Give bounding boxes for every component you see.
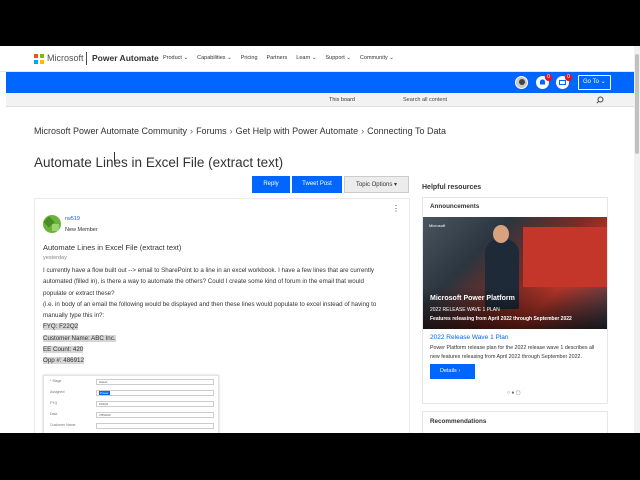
- search-icon[interactable]: [596, 96, 604, 104]
- recommendations-card: Recommendations: [422, 411, 608, 433]
- highlighted-line: FYQ: F22Q2: [43, 323, 79, 331]
- screenshot-field: Power: [96, 390, 214, 396]
- announcements-heading: Announcements: [430, 203, 480, 210]
- screenshot-field: F22Q2: [96, 401, 214, 407]
- author-avatar[interactable]: [43, 215, 61, 233]
- user-avatar[interactable]: [515, 76, 528, 89]
- search-input[interactable]: Search all content: [403, 97, 447, 103]
- top-navigation: Product ⌄ Capabilities ⌄ Pricing Partner…: [163, 55, 394, 61]
- mail-icon[interactable]: 0: [556, 74, 572, 89]
- attached-screenshot[interactable]: * Stage Select Assigned Power FYQ F22Q2 …: [43, 375, 219, 433]
- nav-product[interactable]: Product ⌄: [163, 55, 188, 61]
- image-microsoft-tag: Microsoft: [429, 223, 446, 228]
- nav-community[interactable]: Community ⌄: [360, 55, 394, 61]
- notification-badge: 0: [545, 74, 552, 81]
- screenshot-label: Date: [50, 412, 58, 416]
- screenshot-label: Customer Name: [50, 423, 76, 427]
- kebab-icon[interactable]: ⋮: [392, 204, 400, 213]
- screenshot-label: * Stage: [50, 379, 62, 383]
- screenshot-label: FYQ: [50, 401, 58, 405]
- text-cursor: [114, 152, 115, 162]
- brand-microsoft[interactable]: Microsoft: [47, 53, 84, 63]
- nav-learn[interactable]: Learn ⌄: [296, 55, 316, 61]
- breadcrumb-forums[interactable]: Forums: [196, 126, 227, 136]
- post-body-line: manually type this in?:: [43, 312, 105, 320]
- brand-power-automate[interactable]: Power Automate: [92, 53, 159, 63]
- tweet-post-button[interactable]: Tweet Post: [292, 176, 342, 193]
- helpful-resources-heading: Helpful resources: [422, 184, 482, 191]
- topic-options-button[interactable]: Topic Options ▾: [344, 176, 409, 193]
- message-badge: 0: [565, 74, 572, 81]
- screenshot-field: [96, 423, 214, 429]
- page-scrollbar[interactable]: [634, 46, 640, 433]
- breadcrumb-get-help[interactable]: Get Help with Power Automate: [236, 126, 359, 136]
- screenshot-field: 7/8/2022: [96, 412, 214, 418]
- announcement-link[interactable]: 2022 Release Wave 1 Plan: [430, 334, 509, 341]
- breadcrumb-community[interactable]: Microsoft Power Automate Community: [34, 126, 187, 136]
- announcements-card: Announcements Microsoft Microsoft Power …: [422, 197, 608, 404]
- forum-post: rw519 New Member ⋮ Automate Lines in Exc…: [34, 198, 410, 433]
- post-body: I currently have a flow built out --> em…: [43, 265, 405, 367]
- post-body-line: I currently have a flow built out --> em…: [43, 267, 375, 274]
- post-title: Automate Lines in Excel File (extract te…: [43, 243, 182, 252]
- post-date: yesterday: [43, 255, 67, 261]
- details-button[interactable]: Details ›: [430, 364, 475, 379]
- image-title: Microsoft Power Platform: [430, 295, 515, 302]
- image-subtitle: 2022 RELEASE WAVE 1 PLAN: [430, 307, 500, 313]
- post-body-line: (i.e. in body of an email the following …: [43, 300, 377, 308]
- browser-viewport: Microsoft Power Automate Product ⌄ Capab…: [0, 46, 640, 433]
- announcement-image[interactable]: Microsoft Microsoft Power Platform 2022 …: [423, 217, 607, 329]
- scrollbar-thumb[interactable]: [635, 54, 639, 154]
- nav-capabilities[interactable]: Capabilities ⌄: [197, 55, 232, 61]
- highlighted-line: EE Count: 420: [43, 346, 84, 354]
- chevron-right-icon: ›: [229, 126, 233, 136]
- screenshot-label: Assigned: [50, 390, 65, 394]
- nav-support[interactable]: Support ⌄: [326, 55, 351, 61]
- community-bar: 0 0 Go To ⌄: [6, 72, 634, 93]
- screenshot-field: Select: [96, 379, 214, 385]
- announcement-description: Power Platform release plan for the 2022…: [430, 345, 595, 360]
- highlighted-line: Customer Name: ABC Inc.: [43, 334, 116, 342]
- search-bar: This board Search all content: [6, 93, 634, 107]
- breadcrumb-connecting-to-data[interactable]: Connecting To Data: [367, 126, 446, 136]
- author-username[interactable]: rw519: [65, 216, 80, 222]
- chevron-right-icon: ›: [190, 126, 194, 136]
- person-head-shape: [493, 225, 509, 243]
- nav-pricing[interactable]: Pricing: [241, 55, 258, 61]
- breadcrumb: Microsoft Power Automate Community › Forum…: [34, 126, 446, 136]
- fire-truck-shape: [523, 227, 607, 287]
- carousel-dots[interactable]: ○ ● ▢: [507, 390, 521, 396]
- brand-divider: [86, 52, 87, 65]
- microsoft-logo-icon[interactable]: [34, 54, 44, 64]
- page-title: Automate Lines in Excel File (extract te…: [34, 155, 284, 170]
- goto-button[interactable]: Go To ⌄: [578, 75, 611, 90]
- post-body-line: populate or extract these?: [43, 289, 115, 297]
- search-scope-select[interactable]: This board: [329, 97, 355, 103]
- image-caption: Features releasing from April 2022 throu…: [430, 316, 572, 322]
- post-body-line: automated (filled in), is there a way to…: [43, 278, 364, 286]
- highlighted-line: Opp #: 486912: [43, 357, 84, 365]
- bell-icon[interactable]: 0: [536, 74, 552, 89]
- nav-partners[interactable]: Partners: [267, 55, 288, 61]
- author-rank: New Member: [65, 227, 98, 233]
- recommendations-heading: Recommendations: [430, 418, 487, 425]
- chevron-right-icon: ›: [361, 126, 365, 136]
- site-header: Microsoft Power Automate Product ⌄ Capab…: [0, 46, 634, 72]
- reply-button[interactable]: Reply: [252, 176, 290, 193]
